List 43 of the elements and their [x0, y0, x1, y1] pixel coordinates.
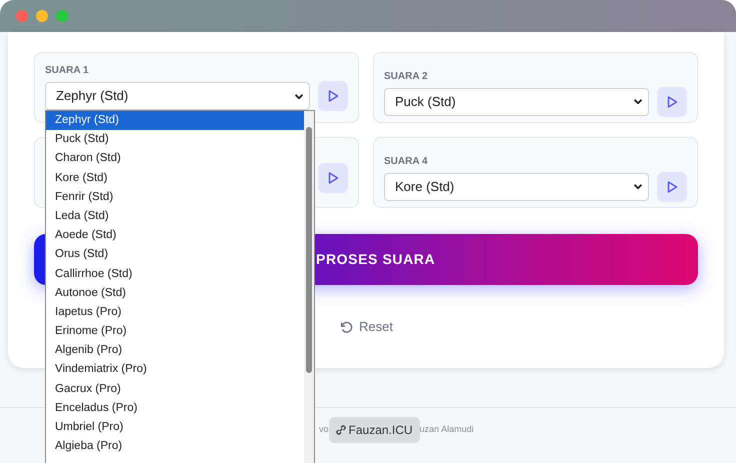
scrollbar-thumb[interactable] [306, 127, 312, 373]
reset-icon [339, 320, 354, 334]
play-icon [326, 170, 340, 184]
scrollbar[interactable] [304, 111, 314, 463]
dropdown-option[interactable]: Charon (Std) [46, 149, 304, 169]
voice-select[interactable]: Zephyr (Std) [45, 82, 310, 110]
voice-label: SUARA 1 [45, 64, 90, 78]
chevron-icon [634, 184, 642, 189]
dropdown-option[interactable]: Umbriel (Pro) [46, 418, 304, 438]
play-icon [665, 180, 679, 194]
play-icon [665, 94, 679, 108]
voice-select[interactable]: Kore (Std) [384, 172, 649, 200]
dropdown-option[interactable]: Iapetus (Pro) [46, 302, 304, 322]
play-button[interactable] [657, 172, 687, 202]
link-badge[interactable]: Fauzan.ICU [328, 416, 420, 442]
reset-button[interactable]: Reset [335, 315, 397, 338]
play-button[interactable] [657, 86, 687, 116]
dropdown-option[interactable]: Algieba (Pro) [46, 437, 304, 456]
dropdown-option[interactable]: Puck (Std) [46, 130, 304, 150]
dropdown-option[interactable]: Leda (Std) [46, 206, 304, 226]
footer-text: vo [319, 422, 329, 436]
dropdown-option[interactable]: Enceladus (Pro) [46, 398, 304, 418]
dropdown-option[interactable]: Orus (Std) [46, 245, 304, 264]
voice-label: SUARA 2 [384, 70, 429, 84]
dropdown-option[interactable]: Gacrux (Pro) [46, 380, 304, 399]
link-icon [336, 424, 346, 434]
chevron-icon [295, 94, 303, 98]
footer-text: uzan Alamudi [420, 422, 474, 436]
dropdown-option[interactable]: Kore (Std) [46, 168, 304, 188]
dropdown-option[interactable]: Autonoe (Std) [46, 284, 304, 303]
dropdown-option[interactable]: Callirrhoe (Std) [46, 264, 304, 284]
voice-select[interactable]: Puck (Std) [384, 88, 649, 116]
window-control[interactable] [36, 10, 48, 22]
voice-label: SUARA 4 [384, 154, 429, 168]
dropdown-option[interactable]: Vindemiatrix (Pro) [46, 360, 304, 380]
dropdown-option[interactable]: Erinome (Pro) [46, 322, 304, 342]
play-button[interactable] [318, 162, 348, 192]
chevron-icon [634, 99, 642, 104]
play-button[interactable] [318, 81, 348, 111]
dropdown-option[interactable]: Algenib (Pro) [46, 341, 304, 360]
play-icon [326, 89, 340, 103]
dropdown-option[interactable]: Zephyr (Std) [46, 111, 304, 130]
dropdown-option[interactable]: Fenrir (Std) [46, 188, 304, 207]
